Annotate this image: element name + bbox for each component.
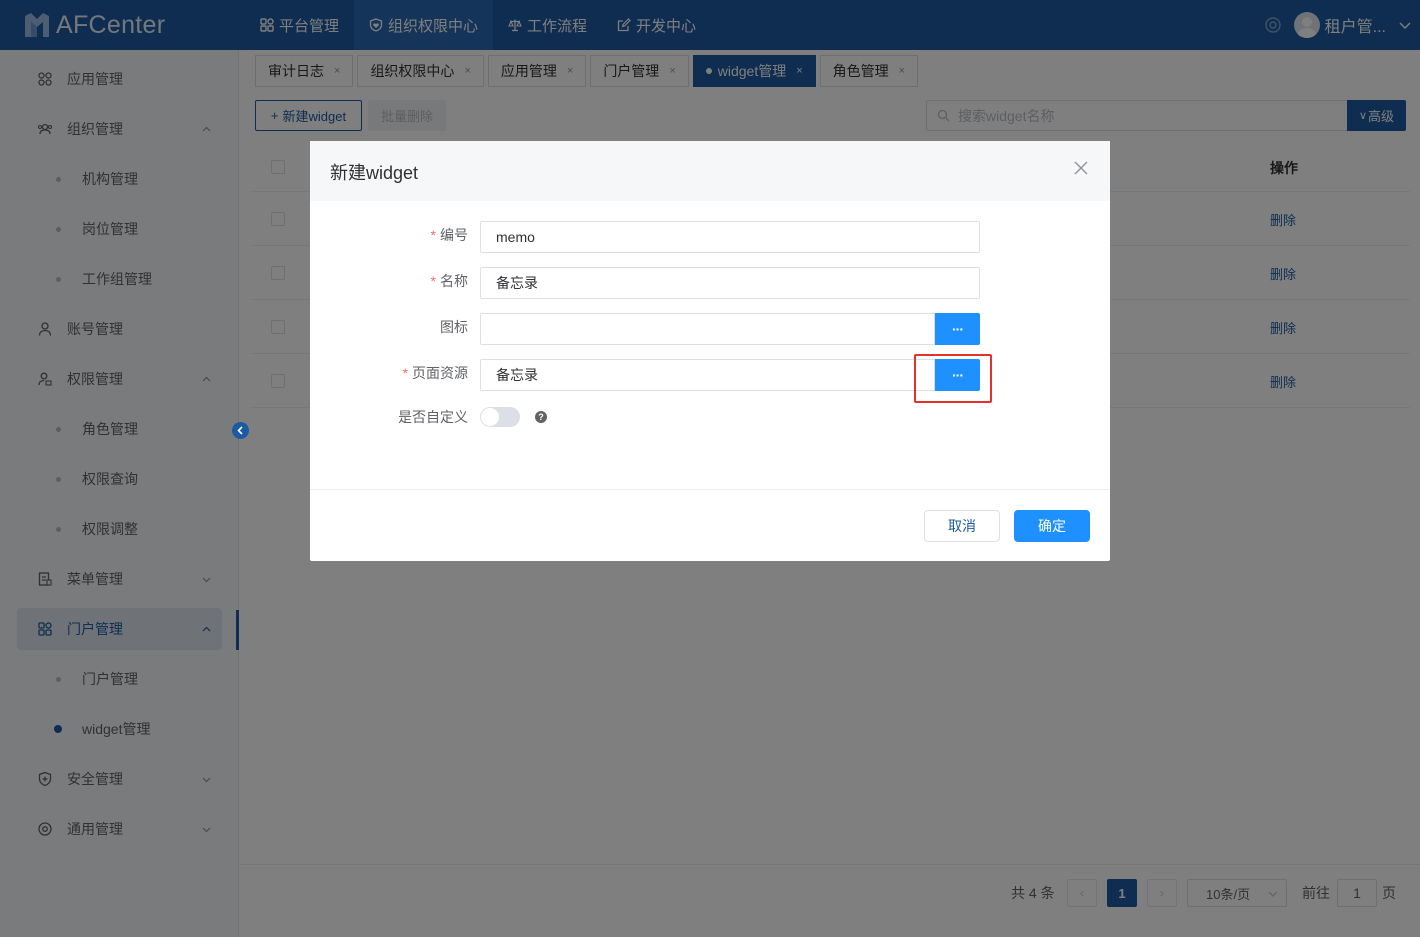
highlight-box <box>914 354 992 403</box>
field-label: * 页面资源 <box>403 363 468 383</box>
sidebar-collapse-button[interactable] <box>232 422 249 439</box>
close-icon[interactable] <box>1074 161 1088 175</box>
ellipsis-icon: ··· <box>952 321 964 337</box>
required-mark: * <box>430 273 436 289</box>
name-label: 名称 <box>440 273 468 289</box>
page-resource-input[interactable]: 备忘录 <box>480 359 935 391</box>
required-mark: * <box>402 365 408 381</box>
chevron-left-icon <box>237 426 243 435</box>
field-label: * 编号 <box>431 225 468 245</box>
field-label: * 名称 <box>431 271 468 291</box>
help-icon[interactable]: ? <box>535 411 547 423</box>
required-mark: * <box>430 227 436 243</box>
name-input[interactable]: 备忘录 <box>480 267 980 299</box>
icon-picker-button[interactable]: ··· <box>935 313 980 345</box>
field-name: * 名称 备忘录 <box>310 267 1110 299</box>
cancel-button[interactable]: 取消 <box>924 510 1000 542</box>
page-resource-label: 页面资源 <box>412 365 468 381</box>
icon-input[interactable] <box>480 313 935 345</box>
new-widget-dialog: 新建widget * 编号 memo * 名称 备忘录 图标 ··· * 页面资源 备… <box>310 141 1110 561</box>
custom-toggle[interactable] <box>480 407 520 427</box>
field-custom: 是否自定义 ? <box>310 401 1110 433</box>
field-code: * 编号 memo <box>310 221 1110 253</box>
dialog-title: 新建widget <box>330 163 419 183</box>
field-label: 图标 <box>440 317 468 337</box>
code-input[interactable]: memo <box>480 221 980 253</box>
icon-label: 图标 <box>440 319 468 335</box>
dialog-header: 新建widget <box>310 141 1110 201</box>
custom-label: 是否自定义 <box>398 409 468 425</box>
code-label: 编号 <box>440 227 468 243</box>
field-icon: 图标 ··· <box>310 313 1110 345</box>
confirm-button[interactable]: 确定 <box>1014 510 1090 542</box>
dialog-footer: 取消 确定 <box>310 489 1110 561</box>
field-label: 是否自定义 <box>398 407 468 427</box>
